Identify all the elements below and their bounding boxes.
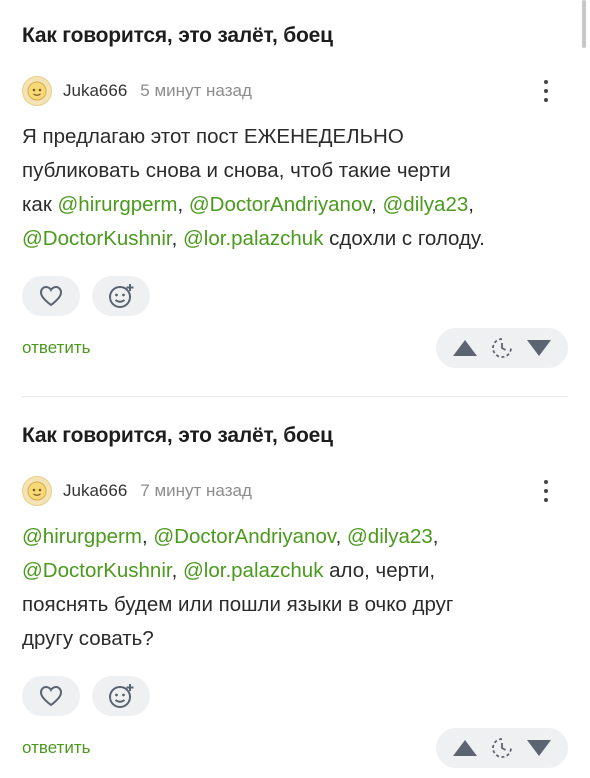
clock-icon: [492, 738, 512, 758]
downvote-button[interactable]: [526, 739, 552, 757]
timestamp[interactable]: 7 минут назад: [140, 481, 252, 501]
add-emoji-icon: [109, 284, 134, 308]
comment-body: @hirurgperm, @DoctorAndriyanov, @dilya23…: [22, 520, 568, 656]
vote-bar: [436, 328, 568, 368]
author-name[interactable]: Juka666: [63, 81, 127, 101]
triangle-down-icon: [526, 340, 551, 356]
comment-line: публиковать снова и снова, чтоб такие че…: [22, 154, 568, 188]
comment-meta: Juka666 5 минут назад: [22, 76, 568, 106]
post-title[interactable]: Как говорится, это залёт, боец: [22, 24, 568, 48]
comment-footer: ответить: [22, 728, 568, 768]
comment-line: пояснять будем или пошли языки в очко др…: [22, 588, 568, 622]
user-mention-link[interactable]: @dilya23: [347, 525, 433, 548]
comment-text: ,: [171, 559, 183, 582]
like-button[interactable]: [22, 276, 80, 316]
downvote-button[interactable]: [526, 339, 552, 357]
comment-line: @hirurgperm, @DoctorAndriyanov, @dilya23…: [22, 520, 568, 554]
add-reaction-button[interactable]: [92, 676, 150, 716]
comment-line: другу совать?: [22, 622, 568, 656]
avatar-icon[interactable]: [22, 476, 52, 506]
user-mention-link[interactable]: @hirurgperm: [58, 193, 178, 216]
comment-line: как @hirurgperm, @DoctorAndriyanov, @dil…: [22, 188, 568, 222]
user-mention-link[interactable]: @DoctorAndriyanov: [189, 193, 371, 216]
reply-button[interactable]: ответить: [22, 738, 91, 758]
upvote-button[interactable]: [452, 339, 478, 357]
comment-line: @DoctorKushnir, @lor.palazchuk ало, черт…: [22, 554, 568, 588]
comment-text: ,: [468, 193, 474, 216]
user-mention-link[interactable]: @dilya23: [382, 193, 468, 216]
comment-text: ,: [335, 525, 347, 548]
more-vertical-icon[interactable]: [536, 480, 556, 502]
comment-text: ,: [141, 525, 154, 548]
comment-text: ,: [371, 193, 383, 216]
upvote-button[interactable]: [452, 739, 478, 757]
triangle-down-icon: [526, 740, 551, 756]
user-mention-link[interactable]: @DoctorAndriyanov: [153, 525, 335, 548]
comment-text: сдохли с голоду.: [323, 227, 485, 250]
scrollbar[interactable]: [582, 0, 586, 48]
reply-button[interactable]: ответить: [22, 338, 91, 358]
divider: [22, 396, 568, 397]
add-emoji-icon: [109, 684, 134, 708]
comment-line: @DoctorKushnir, @lor.palazchuk сдохли с …: [22, 222, 568, 256]
comment-line: Я предлагаю этот пост ЕЖЕНЕДЕЛЬНО: [22, 120, 568, 154]
author-name[interactable]: Juka666: [63, 481, 127, 501]
comment-footer: ответить: [22, 328, 568, 368]
save-button[interactable]: [491, 737, 513, 759]
comment-text: пояснять будем или пошли языки в очко др…: [22, 593, 454, 616]
comment-body: Я предлагаю этот пост ЕЖЕНЕДЕЛЬНО публик…: [22, 120, 568, 256]
user-mention-link[interactable]: @lor.palazchuk: [183, 559, 323, 582]
comment-text: ,: [432, 525, 439, 548]
reaction-bar: [22, 676, 568, 716]
save-button[interactable]: [491, 337, 513, 359]
comment-meta: Juka666 7 минут назад: [22, 476, 568, 506]
comment-text: как: [22, 193, 58, 216]
more-vertical-icon[interactable]: [536, 80, 556, 102]
user-mention-link[interactable]: @DoctorKushnir: [22, 227, 172, 250]
comment-text: ало, черти,: [323, 559, 436, 582]
triangle-up-icon: [453, 340, 478, 356]
comment-text: Я предлагаю этот пост ЕЖЕНЕДЕЛЬНО: [22, 125, 404, 148]
comment-text: ,: [177, 193, 189, 216]
reaction-bar: [22, 276, 568, 316]
vote-bar: [436, 728, 568, 768]
user-mention-link[interactable]: @DoctorKushnir: [22, 559, 172, 582]
comment-text: ,: [171, 227, 183, 250]
like-button[interactable]: [22, 676, 80, 716]
heart-icon: [39, 285, 63, 307]
heart-icon: [39, 685, 63, 707]
triangle-up-icon: [453, 740, 478, 756]
comment-text: публиковать снова и снова, чтоб такие че…: [22, 159, 451, 182]
clock-icon: [492, 338, 512, 358]
post-title[interactable]: Как говорится, это залёт, боец: [22, 424, 568, 448]
avatar-icon[interactable]: [22, 76, 52, 106]
user-mention-link[interactable]: @hirurgperm: [22, 525, 142, 548]
comment-text: другу совать?: [22, 627, 154, 650]
timestamp[interactable]: 5 минут назад: [140, 81, 252, 101]
user-mention-link[interactable]: @lor.palazchuk: [183, 227, 323, 250]
comment-1: Как говорится, это залёт, боец Juka666 5…: [22, 24, 568, 368]
add-reaction-button[interactable]: [92, 276, 150, 316]
comment-2: Как говорится, это залёт, боец Juka666 7…: [22, 424, 568, 768]
